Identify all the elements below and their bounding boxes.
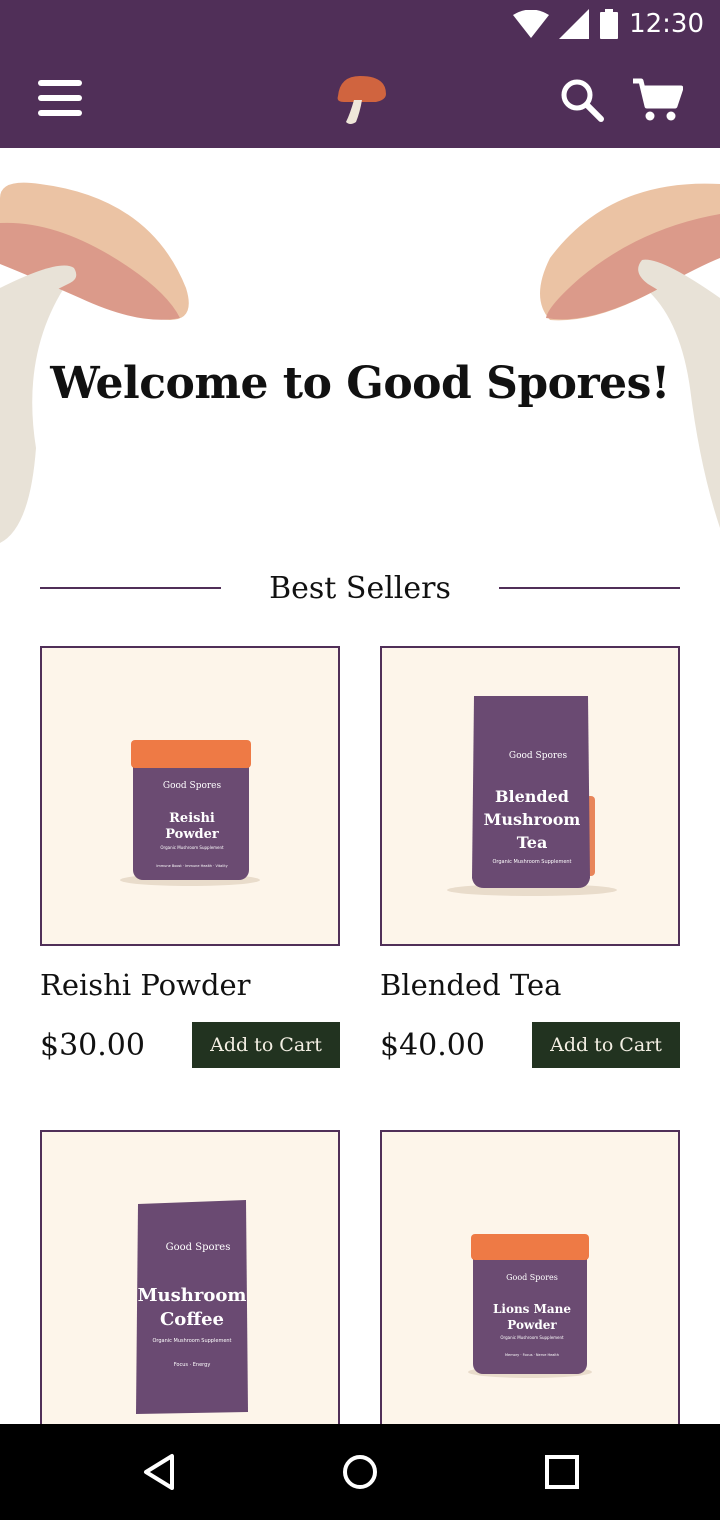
svg-text:Organic Mushroom Supplement: Organic Mushroom Supplement (492, 859, 571, 865)
product-name[interactable]: Blended Tea (380, 968, 680, 1002)
hero-title: Welcome to Good Spores! (50, 358, 670, 409)
product-image[interactable]: Good Spores Reishi Powder Organic Mushro… (40, 646, 340, 946)
product-image[interactable]: Good Spores Mushroom Coffee Organic Mush… (40, 1130, 340, 1430)
svg-text:Mushroom: Mushroom (484, 810, 581, 829)
status-bar: 12:30 (0, 0, 720, 48)
mushroom-logo[interactable] (330, 70, 390, 130)
jar-package: Good Spores Reishi Powder Organic Mushro… (120, 740, 260, 886)
cart-icon (633, 78, 683, 121)
svg-text:Organic Mushroom Supplement: Organic Mushroom Supplement (152, 1338, 231, 1344)
best-sellers-header: Best Sellers (40, 566, 680, 610)
svg-text:Immune Boost · Immune Health ·: Immune Boost · Immune Health · Vitality (156, 864, 227, 868)
svg-text:Blended: Blended (495, 787, 569, 806)
svg-text:Lions Mane: Lions Mane (493, 1302, 571, 1316)
system-nav-bar (0, 1424, 720, 1520)
product-price: $30.00 (40, 1027, 145, 1063)
signal-icon (559, 9, 590, 39)
product-image[interactable]: Good Spores Blended Mushroom Tea Organic… (380, 646, 680, 946)
svg-text:Good Spores: Good Spores (506, 1273, 558, 1282)
add-to-cart-button[interactable]: Add to Cart (532, 1022, 680, 1068)
wifi-icon (513, 10, 550, 38)
svg-text:Organic Mushroom Supplement: Organic Mushroom Supplement (160, 845, 224, 850)
status-time: 12:30 (629, 9, 704, 39)
svg-text:Focus · Energy: Focus · Energy (174, 1362, 211, 1368)
svg-text:Powder: Powder (507, 1318, 557, 1332)
menu-icon (38, 80, 82, 116)
divider-right (498, 587, 680, 589)
search-button[interactable] (552, 70, 612, 130)
home-icon (343, 1455, 377, 1489)
back-icon (144, 1454, 174, 1490)
product-card[interactable]: Good Spores Lions Mane Powder Organic Mu… (380, 1130, 680, 1430)
jar-package: Good Spores Lions Mane Powder Organic Mu… (468, 1234, 592, 1378)
divider-left (40, 587, 222, 589)
product-name[interactable]: Reishi Powder (40, 968, 340, 1002)
product-card[interactable]: Good Spores Mushroom Coffee Organic Mush… (40, 1130, 340, 1430)
svg-text:Good Spores: Good Spores (509, 751, 568, 761)
svg-text:Organic Mushroom Supplement: Organic Mushroom Supplement (500, 1335, 564, 1340)
section-title: Best Sellers (269, 570, 451, 606)
mushroom-illustration-left (0, 182, 189, 543)
svg-text:Coffee: Coffee (160, 1309, 224, 1330)
app-bar (0, 48, 720, 148)
product-card[interactable]: Good Spores Reishi Powder Organic Mushro… (40, 646, 340, 1068)
product-price: $40.00 (380, 1027, 485, 1063)
bag-package: Good Spores Blended Mushroom Tea Organic… (447, 696, 617, 896)
svg-text:Tea: Tea (517, 833, 548, 852)
svg-text:Memory · Focus · Nerve Health: Memory · Focus · Nerve Health (505, 1353, 559, 1357)
menu-button[interactable] (30, 68, 90, 128)
home-button[interactable] (330, 1446, 390, 1498)
mushroom-illustration-right (540, 183, 720, 528)
hero-banner: Welcome to Good Spores! (0, 148, 720, 558)
cart-button[interactable] (626, 70, 690, 130)
product-card[interactable]: Good Spores Blended Mushroom Tea Organic… (380, 646, 680, 1068)
bag-package: Good Spores Mushroom Coffee Organic Mush… (136, 1200, 248, 1414)
back-button[interactable] (130, 1446, 190, 1498)
svg-text:Powder: Powder (165, 827, 219, 842)
svg-text:Mushroom: Mushroom (138, 1285, 247, 1306)
product-image[interactable]: Good Spores Lions Mane Powder Organic Mu… (380, 1130, 680, 1430)
svg-text:Reishi: Reishi (169, 811, 215, 826)
svg-text:Good Spores: Good Spores (163, 781, 222, 791)
recents-icon (545, 1455, 579, 1489)
svg-text:Good Spores: Good Spores (166, 1242, 231, 1253)
recents-button[interactable] (532, 1446, 592, 1498)
add-to-cart-button[interactable]: Add to Cart (192, 1022, 340, 1068)
battery-icon (600, 9, 619, 39)
search-icon (561, 79, 604, 122)
